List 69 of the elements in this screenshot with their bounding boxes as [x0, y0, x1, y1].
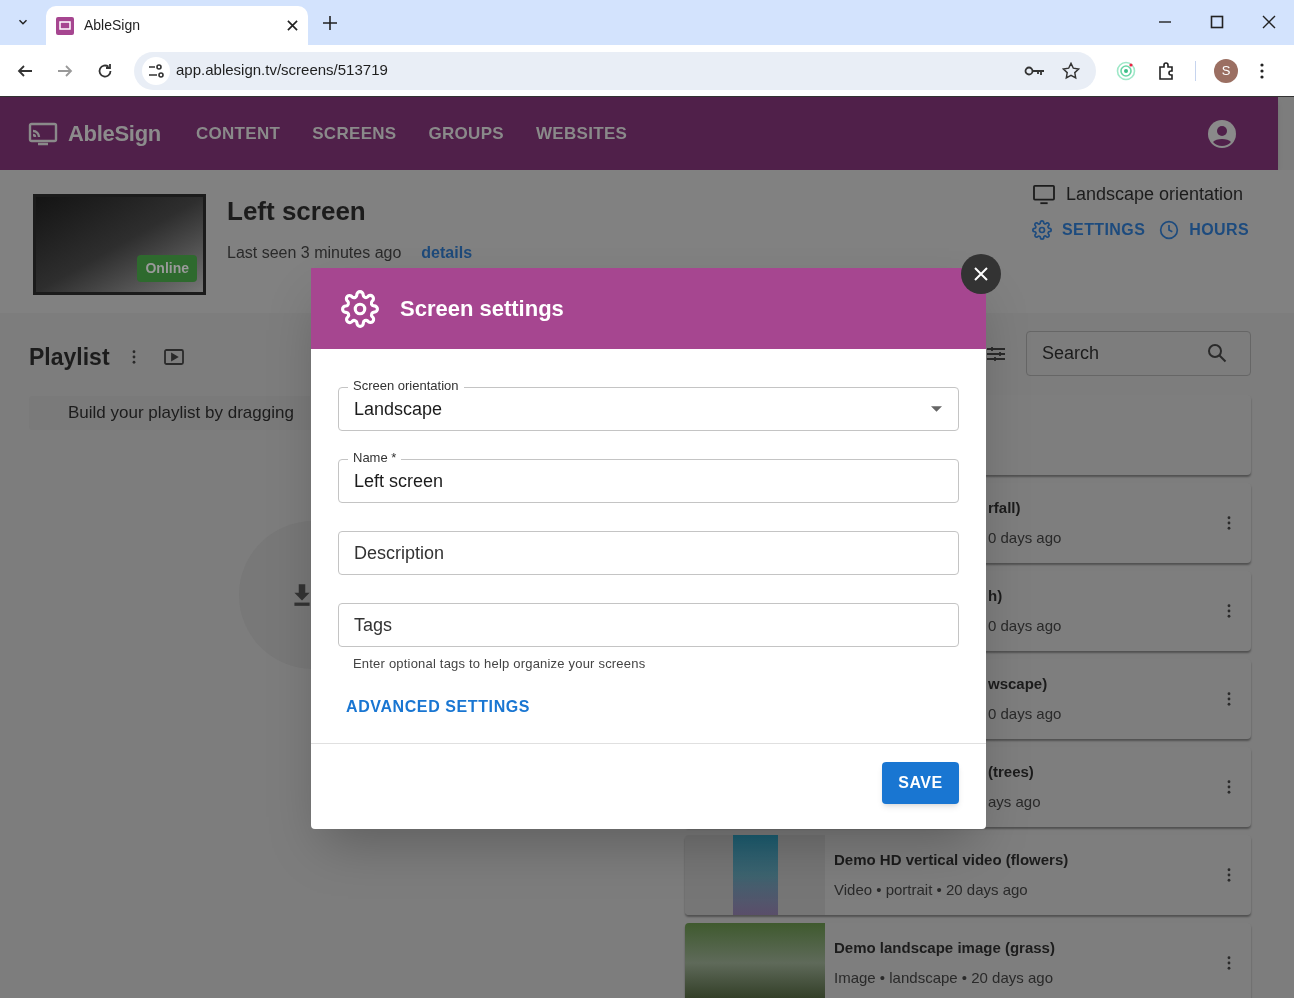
orientation-text: Landscape orientation	[1066, 183, 1244, 206]
browser-tab[interactable]: AbleSign	[46, 6, 308, 45]
media-card[interactable]: Demo HD vertical video (flowers) Video • portrait • 20 days ago	[685, 835, 1251, 915]
nav-link[interactable]: GROUPS	[419, 114, 513, 153]
dropdown-caret-icon	[931, 406, 942, 412]
media-meta: 0 days ago	[988, 527, 1063, 548]
details-link[interactable]: details	[421, 241, 473, 265]
helper-text: Enter optional tags to help organize your screens	[353, 655, 647, 673]
more-options-icon[interactable]	[131, 350, 136, 365]
input-field[interactable]: Tags	[338, 603, 959, 647]
url-text: app.ablesign.tv/screens/513719	[176, 60, 389, 81]
nav-link[interactable]: CONTENT	[186, 114, 290, 153]
more-options-icon[interactable]	[1227, 956, 1231, 970]
clock-icon	[1159, 220, 1180, 240]
dialog-title: Screen settings	[400, 295, 564, 323]
media-meta: Video • portrait • 20 days ago	[834, 879, 1029, 900]
favicon-icon	[56, 16, 74, 35]
playlist-title: Playlist	[29, 343, 110, 372]
input-field[interactable]: Description	[338, 531, 959, 575]
media-meta: ays ago	[988, 791, 1042, 812]
more-options-icon[interactable]	[1227, 868, 1231, 882]
account-icon[interactable]	[1208, 119, 1236, 148]
media-meta: 0 days ago	[988, 703, 1063, 724]
close-window-icon[interactable]	[1262, 15, 1276, 29]
maximize-icon[interactable]	[1210, 15, 1224, 29]
play-preview-icon[interactable]	[163, 349, 184, 366]
media-meta: Image • landscape • 20 days ago	[834, 967, 1054, 988]
key-icon[interactable]	[1024, 64, 1046, 77]
more-options-icon[interactable]	[1227, 516, 1231, 530]
search-icon	[1207, 343, 1227, 363]
media-title: h)	[988, 586, 1004, 606]
search-field[interactable]: Search	[1026, 331, 1251, 376]
nav-link[interactable]: SCREENS	[303, 114, 406, 153]
tab-title: AbleSign	[84, 16, 142, 35]
nav-link[interactable]: WEBSITES	[527, 114, 637, 153]
browser-menu-icon[interactable]	[1260, 62, 1264, 79]
more-options-icon[interactable]	[1227, 692, 1231, 706]
advanced-settings-link[interactable]: ADVANCED SETTINGS	[338, 691, 539, 721]
more-options-icon[interactable]	[1227, 604, 1231, 618]
back-icon[interactable]	[17, 62, 33, 79]
cast-screen-icon	[28, 121, 58, 146]
media-title: (trees)	[988, 762, 1035, 782]
forward-icon[interactable]	[57, 62, 73, 79]
monitor-icon	[1032, 184, 1056, 205]
brand-logo[interactable]: AbleSign	[68, 117, 161, 150]
media-meta: 0 days ago	[988, 615, 1063, 636]
screen-title: Left screen	[227, 195, 367, 228]
media-title: rfall)	[988, 498, 1022, 518]
settings-button[interactable]: SETTINGS	[1032, 218, 1146, 242]
bookmark-star-icon[interactable]	[1062, 61, 1080, 80]
address-bar[interactable]: app.ablesign.tv/screens/513719	[134, 51, 1096, 90]
reload-icon[interactable]	[97, 62, 113, 79]
close-icon	[974, 267, 988, 281]
gear-icon	[1032, 220, 1052, 240]
settings-icon	[341, 289, 379, 328]
playlist-hint: Build your playlist by dragging	[68, 401, 294, 424]
media-title: Demo landscape image (grass)	[834, 938, 1056, 958]
more-options-icon[interactable]	[1227, 780, 1231, 794]
profile-avatar[interactable]: S	[1214, 58, 1238, 83]
last-seen-text: Last seen 3 minutes ago	[227, 243, 402, 263]
status-badge: Online	[137, 255, 197, 282]
site-info-icon[interactable]	[142, 56, 170, 85]
media-title: wscape)	[988, 674, 1049, 694]
hours-button[interactable]: HOURS	[1159, 218, 1249, 242]
save-button[interactable]: SAVE	[882, 761, 959, 804]
media-title: Demo HD vertical video (flowers)	[834, 850, 1070, 870]
media-card[interactable]: Demo landscape image (grass) Image • landscape • 20 days ago	[685, 923, 1251, 998]
close-tab-icon[interactable]	[287, 20, 298, 31]
new-tab-icon[interactable]	[323, 16, 337, 30]
